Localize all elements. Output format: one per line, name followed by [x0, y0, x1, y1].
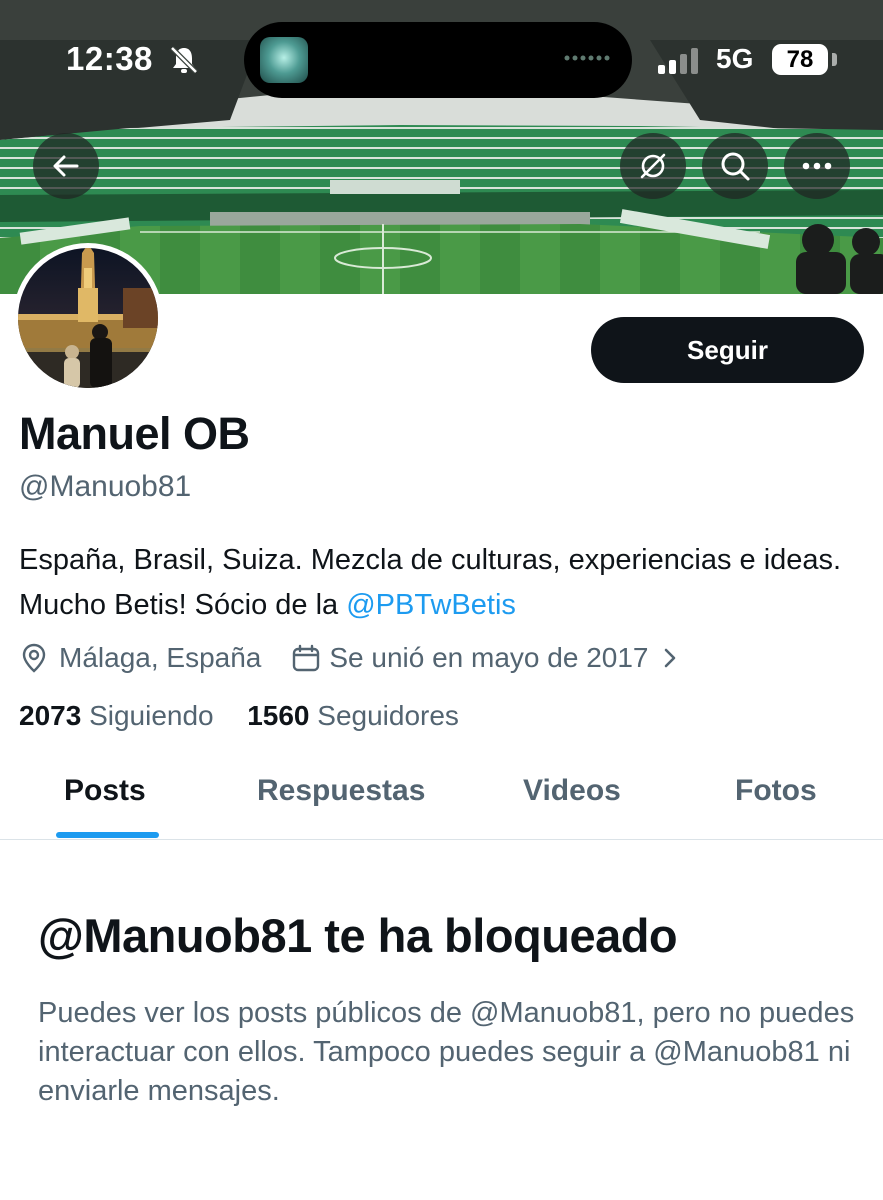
- blocked-message: Puedes ver los posts públicos de @Manuob…: [38, 997, 855, 1107]
- following-label: Siguiendo: [89, 700, 214, 731]
- battery-cap: [832, 53, 837, 66]
- audio-wave-icon: [564, 55, 610, 61]
- followers-label: Seguidores: [317, 700, 459, 731]
- battery-level: 78: [772, 44, 828, 75]
- tab-posts[interactable]: Posts: [64, 774, 146, 808]
- followers-count: 1560: [247, 700, 310, 731]
- blocked-title: @Manuob81 te ha bloqueado: [38, 909, 678, 962]
- follow-stats: 2073 Siguiendo 1560 Seguidores: [19, 700, 459, 732]
- avatar[interactable]: [13, 243, 163, 393]
- follow-button[interactable]: Seguir: [591, 317, 864, 383]
- search-icon: [721, 152, 750, 181]
- network-type: 5G: [716, 43, 754, 74]
- cellular-signal-icon: [658, 48, 698, 74]
- display-name: Manuel OB: [19, 408, 250, 459]
- tab-videos[interactable]: Videos: [523, 774, 621, 808]
- chevron-right-icon[interactable]: [659, 647, 681, 669]
- more-icon: [802, 162, 832, 170]
- bio-mention-link[interactable]: @PBTwBetis: [346, 589, 516, 621]
- profile-meta: Málaga, España Se unió en mayo de 2017: [19, 638, 681, 678]
- bio: España, Brasil, Suiza. Mezcla de cultura…: [19, 538, 869, 628]
- more-button[interactable]: [784, 133, 850, 199]
- tab-photos[interactable]: Fotos: [735, 774, 817, 808]
- rss-button[interactable]: [620, 133, 686, 199]
- following-link[interactable]: 2073 Siguiendo: [19, 700, 214, 731]
- joined-date[interactable]: Se unió en mayo de 2017: [329, 642, 648, 674]
- user-handle: @Manuob81: [19, 470, 192, 503]
- search-button[interactable]: [702, 133, 768, 199]
- followers-link[interactable]: 1560 Seguidores: [247, 700, 459, 731]
- active-tab-indicator: [56, 832, 159, 838]
- back-button[interactable]: [33, 133, 99, 199]
- back-arrow-icon: [53, 155, 79, 177]
- tab-replies[interactable]: Respuestas: [257, 774, 425, 808]
- location-pin-icon: [22, 643, 46, 673]
- bell-slash-icon: [170, 46, 198, 74]
- live-activity-thumbnail: [260, 37, 308, 83]
- calendar-icon: [293, 644, 320, 672]
- avatar-photo: [18, 248, 158, 388]
- rss-icon: [640, 153, 666, 179]
- location-text: Málaga, España: [59, 642, 262, 673]
- status-time: 12:38: [66, 40, 153, 77]
- following-count: 2073: [19, 700, 82, 731]
- tabs-divider: [0, 839, 883, 840]
- dynamic-island[interactable]: [244, 22, 632, 98]
